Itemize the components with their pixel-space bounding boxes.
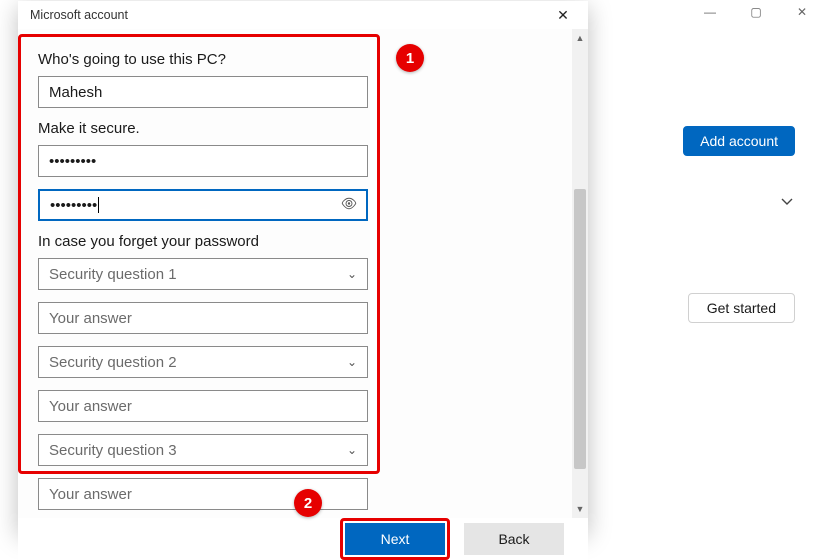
get-started-button[interactable]: Get started	[688, 293, 795, 323]
scrollbar-thumb[interactable]	[574, 189, 586, 469]
reveal-password-icon[interactable]	[340, 195, 358, 216]
dialog-scroll-area: Who's going to use this PC? Mahesh Make …	[18, 29, 572, 518]
confirm-password-input[interactable]: •••••••••	[38, 189, 368, 221]
back-button[interactable]: Back	[464, 523, 564, 555]
chevron-down-icon: ⌄	[347, 443, 357, 457]
scroll-down-button[interactable]: ▼	[572, 500, 588, 518]
security-answer-1-input[interactable]: Your answer	[38, 302, 368, 334]
confirm-password-value: •••••••••	[50, 197, 97, 214]
add-account-button[interactable]: Add account	[683, 126, 795, 156]
next-button[interactable]: Next	[345, 523, 445, 555]
dialog-title: Microsoft account	[30, 8, 128, 22]
who-uses-pc-label: Who's going to use this PC?	[38, 51, 552, 68]
next-button-highlight: Next	[340, 518, 450, 560]
dialog-body: Who's going to use this PC? Mahesh Make …	[18, 29, 588, 518]
security-question-2-select[interactable]: Security question 2 ⌄	[38, 346, 368, 378]
annotation-callout-2: 2	[294, 489, 322, 517]
sq3-placeholder: Security question 3	[49, 442, 177, 459]
sq2-placeholder: Security question 2	[49, 354, 177, 371]
annotation-callout-1: 1	[396, 44, 424, 72]
bg-maximize-button[interactable]: ▢	[733, 0, 779, 24]
dialog-titlebar: Microsoft account ✕	[18, 1, 588, 29]
microsoft-account-dialog: Microsoft account ✕ Who's going to use t…	[18, 1, 588, 531]
username-input[interactable]: Mahesh	[38, 76, 368, 108]
bg-get-started-card: Get started	[590, 288, 807, 328]
make-secure-label: Make it secure.	[38, 120, 552, 137]
sq1-placeholder: Security question 1	[49, 266, 177, 283]
text-caret	[98, 197, 99, 213]
bg-add-account-card: Add account	[590, 112, 807, 170]
password-input[interactable]: •••••••••	[38, 145, 368, 177]
chevron-down-icon: ⌄	[347, 355, 357, 369]
dialog-close-button[interactable]: ✕	[542, 1, 584, 29]
forget-password-label: In case you forget your password	[38, 233, 552, 250]
chevron-down-icon	[779, 193, 795, 209]
scroll-up-button[interactable]: ▲	[572, 29, 588, 47]
ans3-placeholder: Your answer	[49, 486, 132, 503]
security-question-3-select[interactable]: Security question 3 ⌄	[38, 434, 368, 466]
bg-close-button[interactable]: ✕	[779, 0, 825, 24]
ans1-placeholder: Your answer	[49, 310, 132, 327]
security-answer-2-input[interactable]: Your answer	[38, 390, 368, 422]
password-value: •••••••••	[49, 153, 96, 170]
dialog-scrollbar[interactable]: ▲ ▼	[572, 29, 588, 518]
ans2-placeholder: Your answer	[49, 398, 132, 415]
dialog-footer: Next Back	[18, 518, 588, 560]
username-value: Mahesh	[49, 84, 102, 101]
security-question-1-select[interactable]: Security question 1 ⌄	[38, 258, 368, 290]
chevron-down-icon: ⌄	[347, 267, 357, 281]
bg-expandable-card[interactable]	[590, 176, 807, 226]
bg-minimize-button[interactable]: —	[687, 0, 733, 24]
background-window-titlebar: — ▢ ✕	[570, 0, 825, 26]
